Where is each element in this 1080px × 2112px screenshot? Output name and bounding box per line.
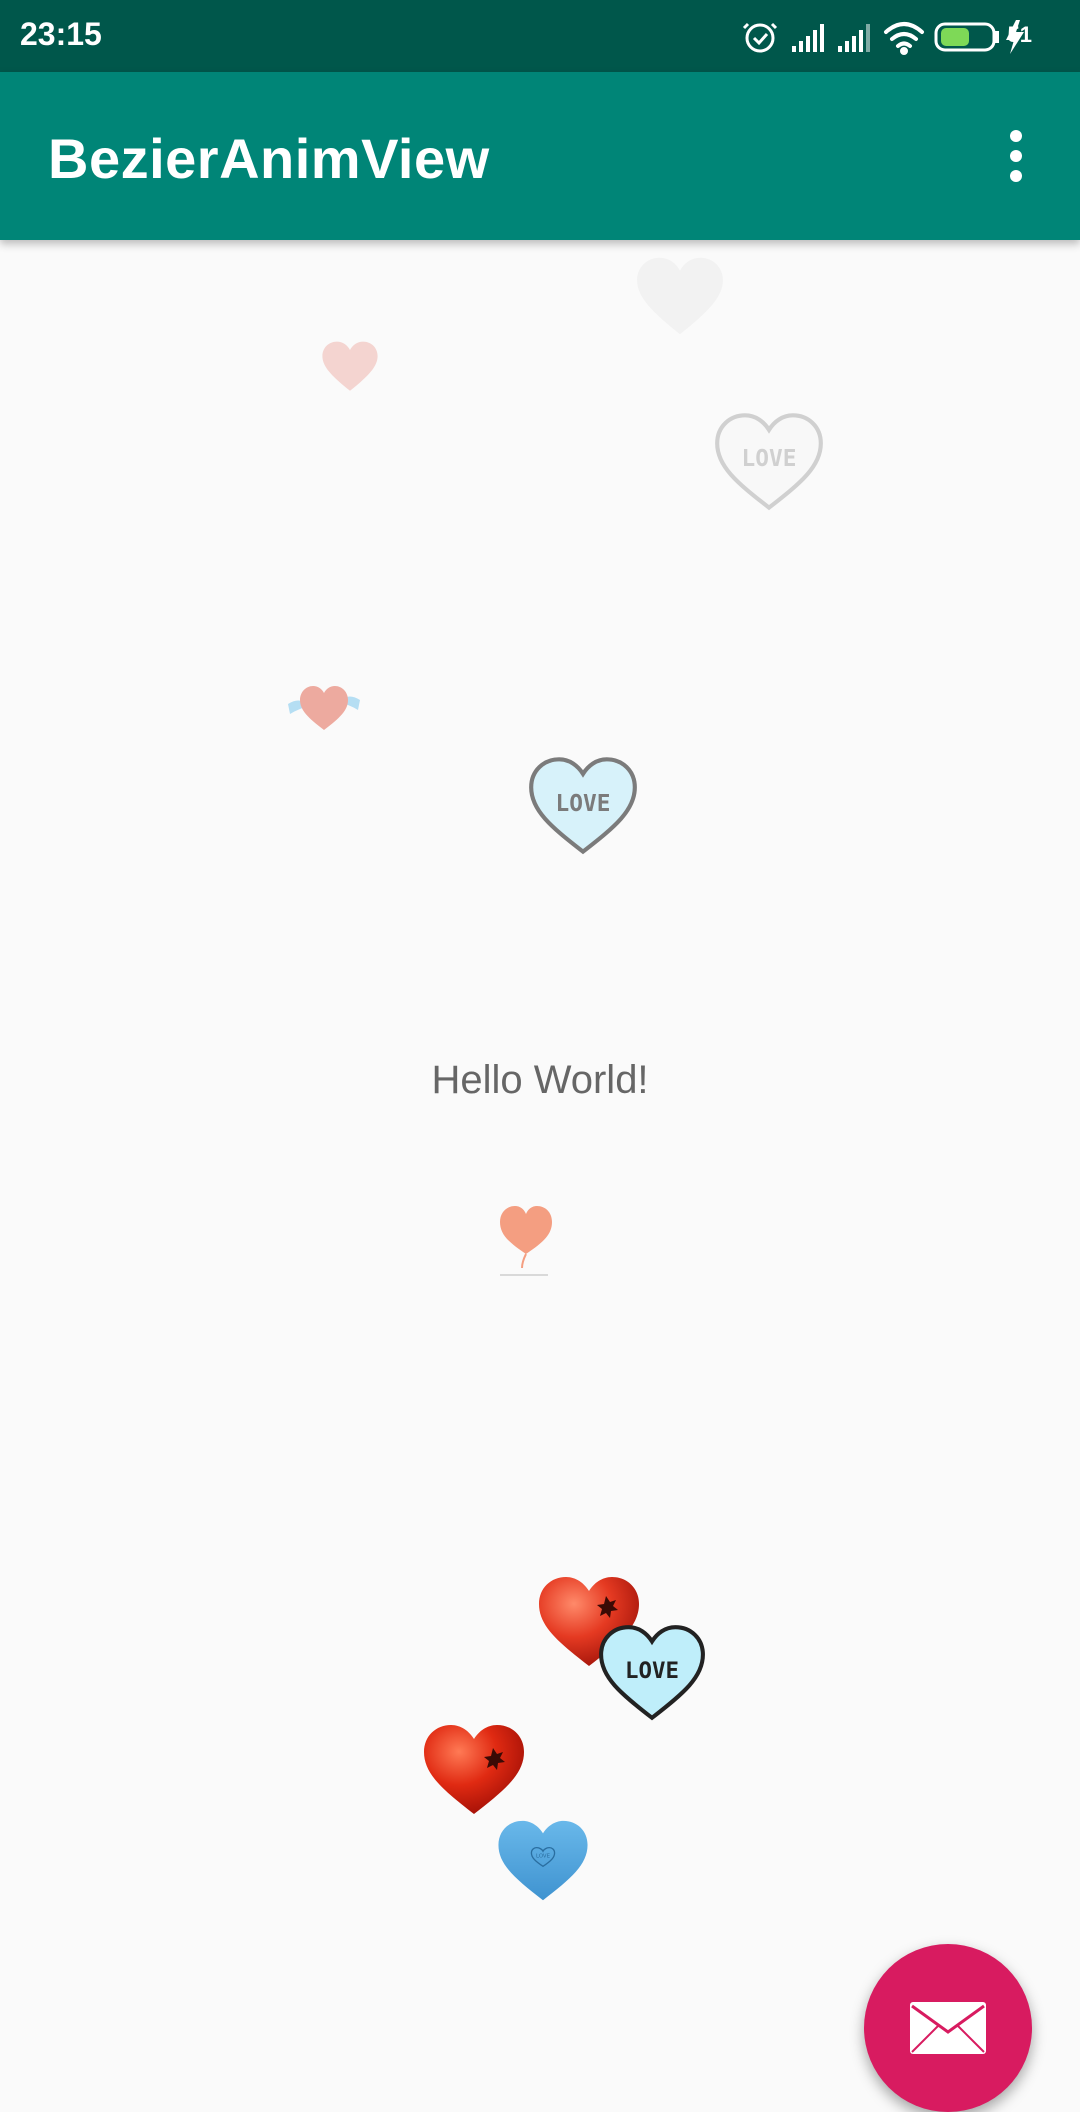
winged-heart-icon bbox=[288, 686, 360, 730]
blue-heart-icon: LOVE bbox=[498, 1820, 588, 1901]
small-love-label: LOVE bbox=[536, 1853, 551, 1859]
signal-icon bbox=[838, 24, 870, 52]
blue-love-heart-icon: LOVE bbox=[529, 757, 637, 855]
signal-icon bbox=[792, 24, 824, 52]
love-heart-icon: LOVE bbox=[599, 1625, 705, 1721]
battery-icon bbox=[934, 22, 999, 52]
balloon-heart-icon bbox=[500, 1206, 552, 1276]
faded-heart-icon bbox=[637, 257, 723, 335]
blue-love-label: LOVE bbox=[556, 791, 611, 817]
status-time: 23:15 bbox=[20, 16, 102, 52]
love-label: LOVE bbox=[625, 1658, 679, 1684]
faded-love-heart-icon: LOVE bbox=[715, 413, 823, 511]
hello-text: Hello World! bbox=[431, 1058, 649, 1102]
email-icon bbox=[910, 2002, 986, 2054]
content-area: LOVE LOVE Hello World! LOVE LOVE bbox=[0, 240, 1080, 2112]
status-bar: 23:15 51 bbox=[0, 0, 1080, 72]
red-heart-icon bbox=[424, 1725, 524, 1814]
wifi-icon bbox=[884, 22, 924, 55]
faded-red-heart-icon bbox=[322, 341, 378, 391]
app-bar: BezierAnimView bbox=[0, 72, 1080, 240]
email-fab-button[interactable] bbox=[864, 1944, 1032, 2112]
faded-love-label: LOVE bbox=[742, 446, 797, 472]
more-vert-icon bbox=[1010, 130, 1022, 182]
app-title: BezierAnimView bbox=[48, 127, 490, 190]
overflow-menu-button[interactable] bbox=[976, 116, 1056, 196]
battery-level: 51 bbox=[1007, 22, 1032, 47]
alarm-icon bbox=[742, 22, 778, 53]
